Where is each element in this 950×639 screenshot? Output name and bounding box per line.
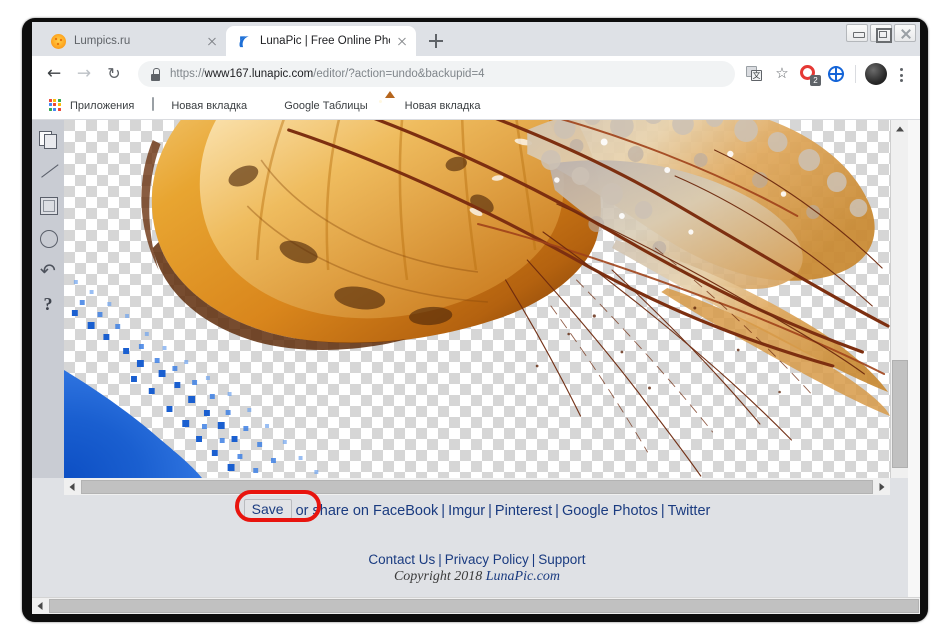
back-arrow-icon: ← (46, 63, 62, 84)
apps-grid-icon (49, 98, 64, 113)
lunapic-favicon (237, 33, 252, 49)
tab-lunapic[interactable]: LunaPic | Free Online Photo Edito (226, 26, 416, 56)
tab-title: Lumpics.ru (74, 35, 131, 47)
copyright-prefix: Copyright 2018 (393, 569, 486, 584)
horizontal-scroll-thumb[interactable] (81, 479, 873, 494)
extension-red-icon[interactable]: 2 (796, 61, 822, 87)
translate-icon[interactable]: 文 (742, 61, 768, 87)
help-tool[interactable]: ? (37, 293, 59, 315)
share-link-twitter[interactable]: Twitter (668, 503, 711, 519)
screenshot-root: Lumpics.ru LunaPic | Free Online Photo E… (0, 0, 950, 639)
separator: | (441, 503, 446, 519)
share-or-text: or share on (295, 503, 369, 519)
bookmark-new-tab-1[interactable]: Новая вкладка (143, 95, 254, 117)
separator: | (438, 552, 442, 567)
page-horizontal-scrollbar[interactable] (32, 597, 920, 614)
ellipse-tool[interactable] (37, 227, 59, 249)
share-link-google-photos[interactable]: Google Photos (562, 503, 658, 519)
forward-button[interactable]: → (70, 60, 98, 88)
image-canvas[interactable] (64, 120, 890, 478)
extension-globe-icon[interactable] (823, 61, 849, 87)
bookmark-label: Новая вкладка (171, 99, 248, 112)
browser-toolbar: ← → ↻ https://www167.lunapic.com/editor/… (32, 56, 920, 92)
translate-glyph: 文 (751, 70, 762, 81)
footer-link-support[interactable]: Support (538, 552, 585, 567)
canvas-horizontal-scrollbar[interactable] (64, 478, 890, 495)
sheets-icon (263, 98, 278, 113)
tab-lumpics[interactable]: Lumpics.ru (40, 26, 226, 56)
bookmark-label: Google Таблицы (284, 99, 368, 112)
share-link-imgur[interactable]: Imgur (448, 503, 485, 519)
footer-link-contact-us[interactable]: Contact Us (368, 552, 435, 567)
rectangle-tool[interactable] (37, 194, 59, 216)
back-button[interactable]: ← (40, 60, 68, 88)
scroll-left-button[interactable] (64, 478, 80, 495)
canvas-vertical-scrollbar[interactable] (890, 120, 909, 478)
separator: | (555, 503, 559, 519)
url-text: https://www167.lunapic.com/editor/?actio… (170, 68, 485, 80)
page-viewport: ↶ ? Save or share on FaceBook | Imgur | … (32, 120, 920, 614)
forward-arrow-icon: → (76, 63, 92, 84)
tab-close-icon[interactable] (204, 33, 220, 49)
site-footer: Contact Us | Privacy Policy | Support Copyri… (64, 552, 890, 585)
jellyfish-cutout (64, 120, 890, 478)
separator: | (488, 503, 492, 519)
share-link-pinterest[interactable]: Pinterest (495, 503, 552, 519)
undo-tool[interactable]: ↶ (37, 260, 59, 282)
line-tool[interactable] (37, 161, 59, 183)
extension-badge-count: 2 (810, 75, 821, 86)
tab-title: LunaPic | Free Online Photo Edito (260, 35, 390, 47)
window-controls (846, 24, 916, 43)
browser-window: Lumpics.ru LunaPic | Free Online Photo E… (32, 22, 920, 614)
toolbar-divider (855, 65, 856, 83)
vertical-scroll-thumb[interactable] (892, 360, 908, 468)
footer-links: Contact Us | Privacy Policy | Support (64, 552, 890, 567)
address-bar[interactable]: https://www167.lunapic.com/editor/?actio… (138, 61, 735, 87)
photo-icon (384, 98, 399, 113)
page-horizontal-scroll-thumb[interactable] (49, 599, 919, 613)
minimize-button[interactable] (846, 24, 868, 42)
share-link-facebook[interactable]: FaceBook (373, 503, 438, 519)
bookmarks-bar: Приложения Новая вкладка Google Таблицы … (32, 92, 920, 120)
tab-close-icon[interactable] (394, 33, 410, 49)
reload-button[interactable]: ↻ (100, 60, 128, 88)
lumpics-favicon (51, 33, 66, 49)
bookmark-star-icon[interactable]: ☆ (769, 61, 795, 87)
reload-icon: ↻ (107, 64, 121, 83)
star-glyph: ☆ (775, 64, 789, 83)
new-tab-button[interactable] (422, 27, 450, 55)
footer-link-privacy-policy[interactable]: Privacy Policy (445, 552, 529, 567)
page-scroll-left-button[interactable] (32, 598, 48, 614)
separator: | (660, 503, 665, 519)
chrome-menu-icon[interactable] (890, 61, 912, 87)
lunapic-app: ↶ ? Save or share on FaceBook | Imgur | … (32, 120, 909, 614)
scroll-up-button[interactable] (891, 120, 909, 137)
scroll-right-button[interactable] (874, 478, 890, 495)
page-vertical-scroll-gutter[interactable] (908, 120, 920, 597)
page-icon (150, 97, 165, 113)
avatar[interactable] (865, 63, 887, 85)
bookmark-label: Новая вкладка (404, 99, 481, 112)
copyright-site-link[interactable]: LunaPic.com (486, 569, 560, 584)
bookmark-new-tab-2[interactable]: Новая вкладка (377, 95, 488, 117)
copyright-text: Copyright 2018 LunaPic.com (64, 569, 890, 585)
bookmark-label: Приложения (70, 99, 135, 112)
editor-tool-rail: ↶ ? (32, 120, 64, 478)
save-button[interactable]: Save (243, 499, 292, 519)
bookmark-google-sheets[interactable]: Google Таблицы (256, 95, 374, 117)
lock-icon (150, 68, 161, 81)
separator: | (531, 552, 536, 567)
share-bar: Save or share on FaceBook | Imgur | Pinteres… (64, 499, 890, 520)
maximize-button[interactable] (870, 24, 892, 43)
bookmark-apps[interactable]: Приложения (42, 95, 141, 117)
tab-strip: Lumpics.ru LunaPic | Free Online Photo E… (32, 22, 920, 56)
duplicate-tool[interactable] (37, 128, 59, 150)
close-button[interactable] (894, 24, 916, 42)
